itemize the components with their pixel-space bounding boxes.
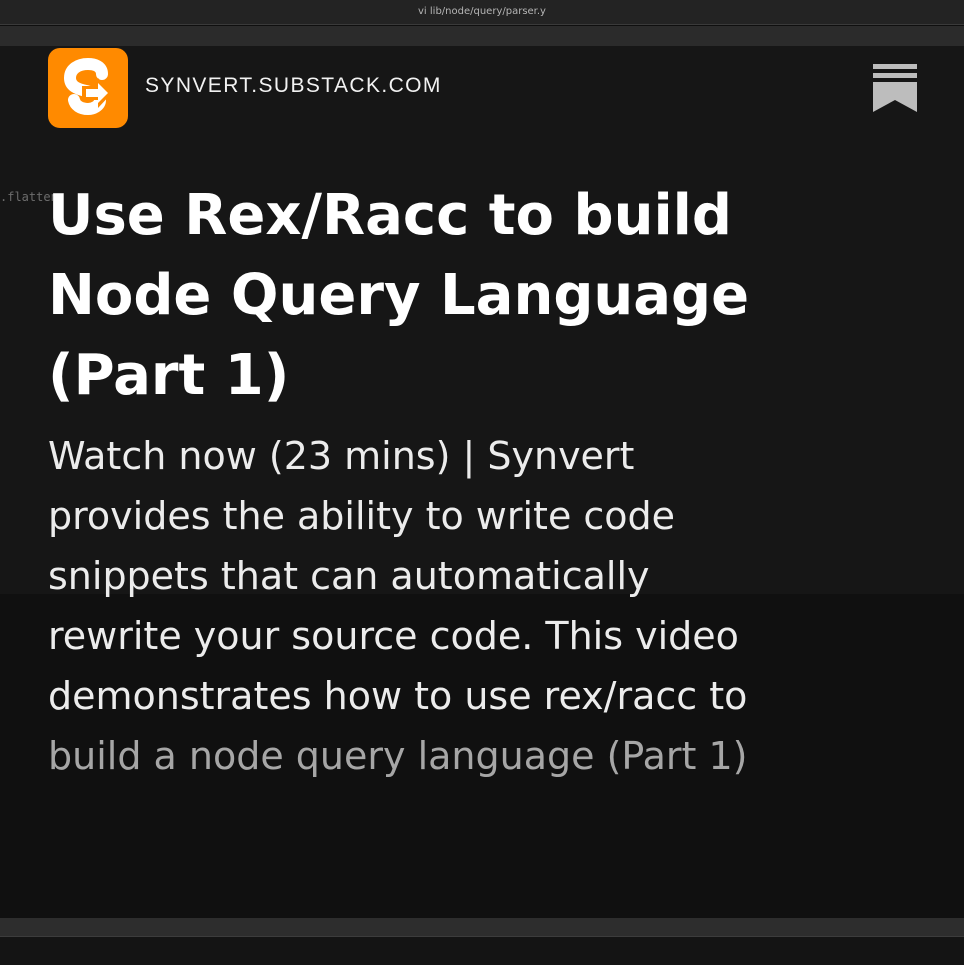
publication-domain[interactable]: SYNVERT.SUBSTACK.COM — [145, 74, 442, 98]
status-bar — [0, 936, 964, 965]
description-line: demonstrates how to use rex/racc to — [48, 674, 748, 718]
title-line: (Part 1) — [48, 343, 290, 408]
bottom-strip — [0, 918, 964, 936]
title-line: Node Query Language — [48, 263, 750, 328]
window-title-bar: vi lib/node/query/parser.y — [0, 0, 964, 25]
synvert-s-icon — [63, 57, 112, 116]
description-line-faded: build a node query language (Part 1) — [48, 734, 748, 778]
description-line: snippets that can automatically — [48, 554, 650, 598]
article-description: Watch now (23 mins) | Synvert provides t… — [48, 426, 918, 786]
window-title: vi lib/node/query/parser.y — [418, 6, 546, 17]
tab-strip — [0, 26, 964, 46]
description-line: Watch now (23 mins) | Synvert — [48, 434, 635, 478]
article-title: Use Rex/Racc to build Node Query Languag… — [48, 176, 908, 416]
bookmark-icon[interactable] — [873, 64, 917, 112]
description-line: provides the ability to write code — [48, 494, 676, 538]
substack-logo-icon[interactable] — [48, 48, 128, 128]
description-line: rewrite your source code. This video — [48, 614, 739, 658]
title-line: Use Rex/Racc to build — [48, 183, 732, 248]
